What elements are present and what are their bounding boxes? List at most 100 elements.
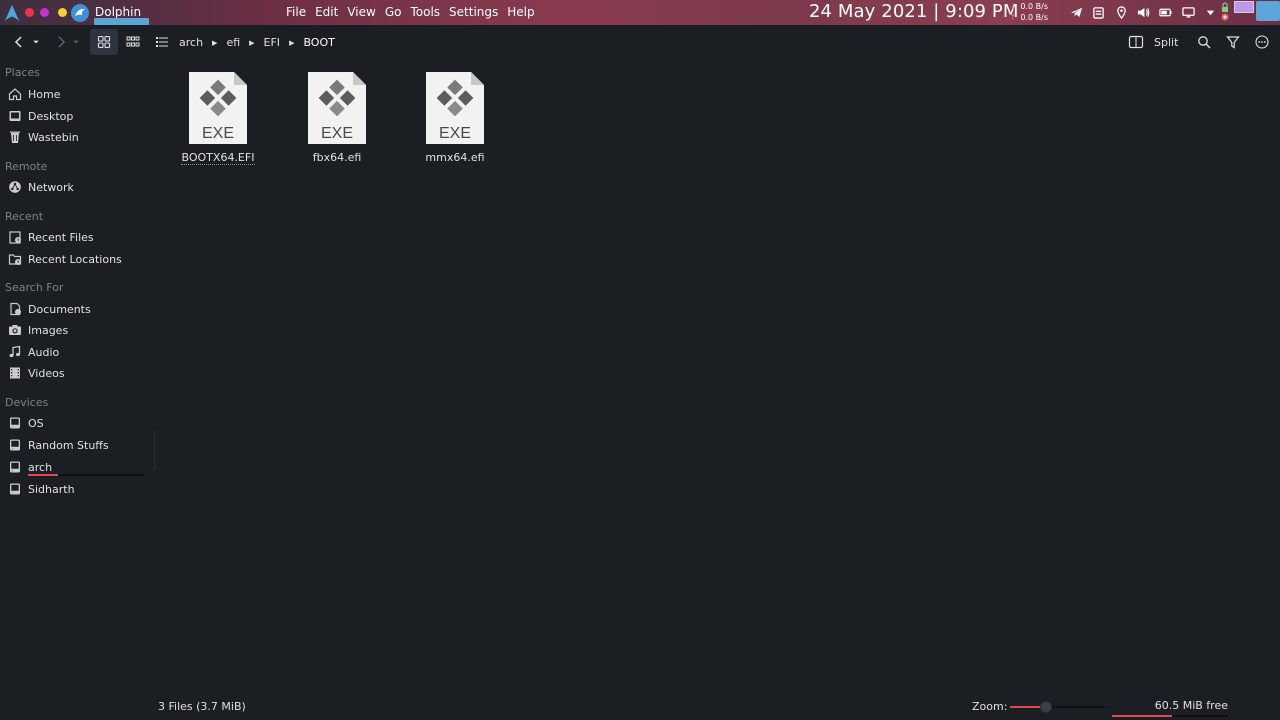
sidebar-item-label: Home (28, 87, 61, 101)
sidebar-item-desktop[interactable]: Desktop (8, 106, 150, 126)
sidebar-item-recent-locations[interactable]: Recent Locations (8, 249, 150, 269)
more-icon (1255, 35, 1269, 49)
menu-settings[interactable]: Settings (449, 5, 498, 19)
chevron-down-icon[interactable] (1204, 6, 1217, 19)
forward-history-dropdown[interactable] (70, 29, 82, 55)
sidebar-item-random-stuffs[interactable]: Random Stuffs (8, 435, 150, 455)
sidebar-item-label: arch (28, 460, 53, 474)
toolbar: arch ▶ efi ▶ EFI ▶ BOOT Split (0, 25, 1280, 59)
clock[interactable]: 24 May 2021 | 9:09 PM (809, 1, 1019, 22)
more-options-button[interactable] (1253, 29, 1271, 55)
pomodoro-icon[interactable] (1220, 1, 1230, 23)
window-maximize-button[interactable] (58, 8, 67, 17)
breadcrumb-separator-icon[interactable]: ▶ (289, 39, 294, 47)
sidebar-item-sidharth[interactable]: Sidharth (8, 479, 150, 499)
volume-icon[interactable] (1137, 6, 1150, 19)
drive-icon (8, 416, 22, 430)
sidebar-item-home[interactable]: Home (8, 84, 150, 104)
file-item[interactable]: EXE BOOTX64.EFI (178, 71, 258, 165)
window-minimize-button[interactable] (40, 8, 49, 17)
sidebar-item-label: Random Stuffs (28, 438, 109, 452)
drive-icon (8, 460, 22, 474)
filter-button[interactable] (1224, 29, 1242, 55)
breadcrumb-efi[interactable]: efi (226, 36, 240, 49)
sidebar-item-label: Wastebin (28, 130, 79, 144)
drive-icon (8, 438, 22, 452)
desktop-icon (8, 109, 22, 123)
sidebar-item-label: Desktop (28, 109, 74, 123)
window-close-button[interactable] (25, 8, 34, 17)
upload-arrow-icon: ↑ (1009, 13, 1017, 22)
sidebar-item-wastebin[interactable]: Wastebin (8, 127, 150, 147)
sidebar-item-images[interactable]: Images (8, 320, 150, 340)
breadcrumb: arch ▶ efi ▶ EFI ▶ BOOT (179, 36, 335, 49)
icons-view-button[interactable] (90, 29, 118, 55)
breadcrumb-BOOT[interactable]: BOOT (303, 36, 334, 49)
breadcrumb-separator-icon[interactable]: ▶ (212, 39, 217, 47)
file-item[interactable]: EXE mmx64.efi (415, 71, 495, 164)
music-note-icon (8, 345, 22, 359)
sidebar-item-label: Recent Files (28, 230, 94, 244)
free-space-label: 60.5 MiB free (1154, 699, 1228, 712)
zoom-slider[interactable] (1010, 701, 1105, 713)
sidebar-item-recent-files[interactable]: Recent Files (8, 227, 150, 247)
arch-linux-icon[interactable] (3, 4, 21, 22)
display-icon[interactable] (1182, 6, 1195, 19)
active-task-indicator (94, 18, 149, 25)
file-type-badge: EXE (439, 125, 471, 142)
network-speed-widget[interactable]: ↓ 0.0 B/s ↑ 0.0 B/s (1003, 1, 1048, 23)
menu-go[interactable]: Go (385, 5, 402, 19)
back-history-dropdown[interactable] (30, 29, 42, 55)
sidebar-item-label: Documents (28, 302, 91, 316)
sidebar-item-videos[interactable]: Videos (8, 363, 150, 383)
panel-splitter[interactable] (154, 430, 155, 470)
search-icon (1198, 36, 1211, 49)
arch-capacity-bar (28, 474, 59, 476)
forward-button[interactable] (52, 29, 70, 55)
menu-view[interactable]: View (347, 5, 375, 19)
sidebar-item-audio[interactable]: Audio (8, 342, 150, 362)
virtual-desktop-pager[interactable] (1234, 1, 1254, 13)
network-icon (8, 180, 22, 194)
net-down: 0.0 B/s (1020, 2, 1048, 11)
section-devices: Devices (5, 396, 49, 409)
breadcrumb-separator-icon[interactable]: ▶ (249, 39, 254, 47)
sidebar-item-label: Recent Locations (28, 252, 122, 266)
split-button[interactable]: Split (1128, 29, 1178, 55)
sidebar-item-label: Sidharth (28, 482, 75, 496)
file-item[interactable]: EXE fbx64.efi (297, 71, 377, 164)
sidebar-item-documents[interactable]: Documents (8, 299, 150, 319)
menu-edit[interactable]: Edit (315, 5, 338, 19)
free-space-bar-fill (1112, 715, 1173, 717)
sidebar-item-os[interactable]: OS (8, 413, 150, 433)
breadcrumb-arch[interactable]: arch (179, 36, 203, 49)
folder-icon[interactable] (1256, 1, 1280, 21)
free-space-indicator[interactable]: 60.5 MiB free (1112, 699, 1228, 717)
section-remote: Remote (5, 160, 48, 173)
menu-file[interactable]: File (286, 5, 306, 19)
recent-files-icon (8, 230, 22, 244)
section-places: Places (5, 66, 40, 79)
battery-icon[interactable] (1159, 6, 1172, 19)
breadcrumb-EFI[interactable]: EFI (264, 36, 281, 49)
telegram-icon[interactable] (1070, 6, 1083, 19)
compact-view-button[interactable] (121, 29, 145, 55)
menu-help[interactable]: Help (507, 5, 534, 19)
clipboard-icon[interactable] (1092, 6, 1105, 19)
file-type-badge: EXE (202, 125, 234, 142)
search-button[interactable] (1195, 29, 1213, 55)
net-up: 0.0 B/s (1020, 13, 1048, 22)
menu-tools[interactable]: Tools (410, 5, 440, 19)
sidebar-item-label: Network (28, 180, 74, 194)
section-search-for: Search For (5, 281, 64, 294)
location-icon[interactable] (1115, 6, 1128, 19)
filter-icon (1226, 36, 1240, 49)
back-button[interactable] (10, 29, 28, 55)
sidebar-item-network[interactable]: Network (8, 177, 150, 197)
top-panel: Dolphin File Edit View Go Tools Settings… (0, 0, 1280, 25)
details-view-button[interactable] (150, 29, 174, 55)
file-name: BOOTX64.EFI (180, 151, 256, 165)
zoom-slider-handle[interactable] (1040, 701, 1053, 713)
split-view-icon (1128, 35, 1144, 49)
section-recent: Recent (5, 210, 44, 223)
